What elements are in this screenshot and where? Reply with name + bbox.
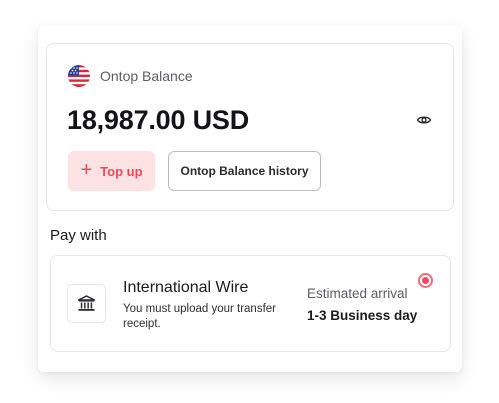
method-title: International Wire: [123, 279, 249, 296]
bank-icon-container: [67, 284, 106, 323]
payment-method-international-wire[interactable]: International Wire You must upload your …: [50, 255, 451, 352]
topup-button[interactable]: + Top up: [68, 151, 155, 191]
radio-selected-dot: [422, 277, 429, 284]
eye-icon[interactable]: [416, 112, 432, 128]
balance-history-button[interactable]: Ontop Balance history: [168, 151, 321, 191]
balance-card: Ontop Balance 18,987.00 USD + Top up Ont…: [46, 43, 454, 211]
balance-label: Ontop Balance: [100, 68, 193, 84]
plus-icon: +: [80, 159, 93, 181]
estimated-arrival-value: 1-3 Business day: [307, 308, 418, 323]
bank-icon: [77, 295, 96, 311]
estimated-arrival-label: Estimated arrival: [307, 286, 408, 301]
method-radio-button[interactable]: [418, 273, 433, 288]
topup-label: Top up: [100, 163, 143, 179]
pay-with-heading: Pay with: [50, 227, 107, 244]
method-description: You must upload your transfer receipt.: [123, 303, 276, 330]
balance-amount: 18,987.00 USD: [67, 105, 250, 135]
balance-history-label: Ontop Balance history: [180, 164, 309, 178]
us-flag-icon: [68, 65, 90, 87]
